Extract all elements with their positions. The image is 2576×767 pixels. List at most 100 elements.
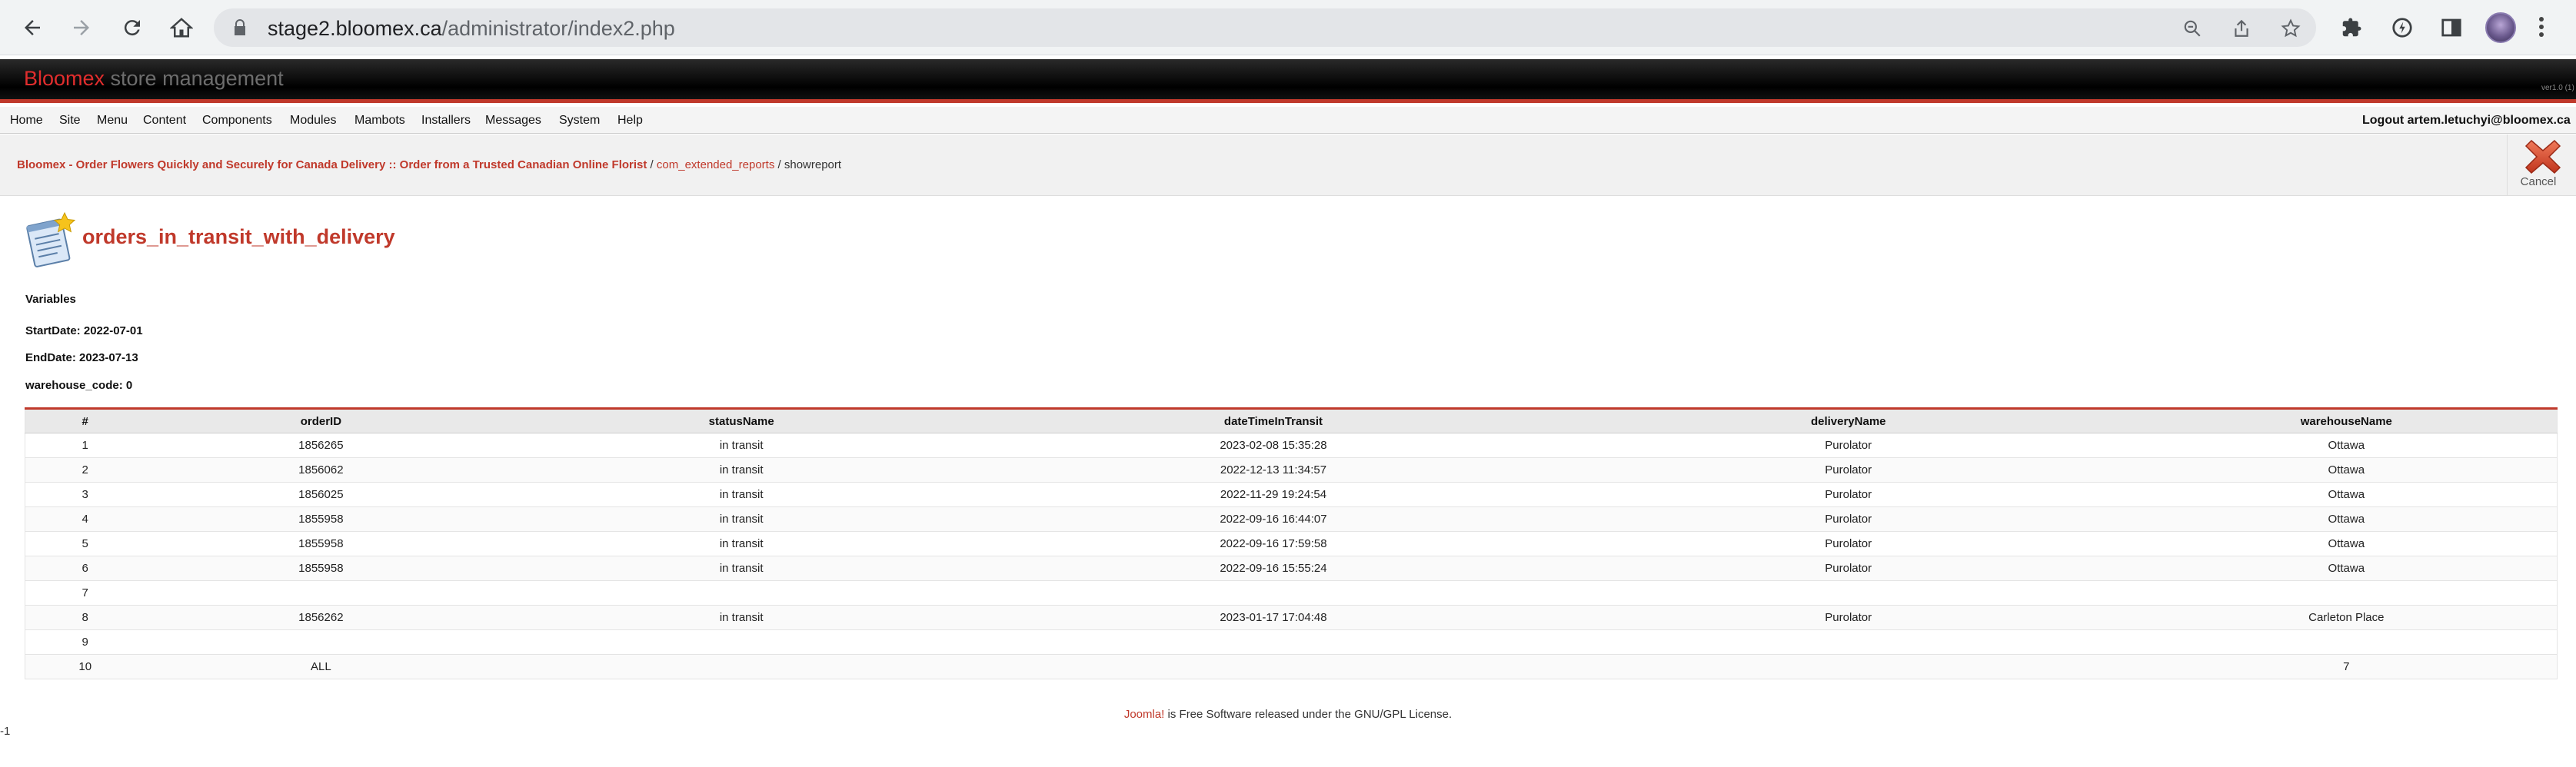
menu-item-installers[interactable]: Installers <box>421 114 471 128</box>
admin-menu-bar: Home Site Menu Content Components Module… <box>0 107 2576 134</box>
cell-warehouse-name: 7 <box>2135 654 2558 679</box>
brand-secondary: store management <box>105 67 284 90</box>
menu-item-modules[interactable]: Modules <box>290 114 336 128</box>
menu-item-messages[interactable]: Messages <box>485 114 541 128</box>
extensions-button[interactable] <box>2338 14 2365 42</box>
cell-date-time: 2022-09-16 16:44:07 <box>986 506 1561 532</box>
variables-heading: Variables <box>25 293 76 306</box>
table-row: 5 1855958 in transit 2022-09-16 17:59:58… <box>25 531 2558 556</box>
cell-order-id: 1856265 <box>145 433 498 458</box>
cell-delivery-name: Purolator <box>1560 531 2136 556</box>
reload-icon <box>124 20 140 36</box>
cell-status-name: in transit <box>497 433 987 458</box>
menu-item-system[interactable]: System <box>559 114 600 128</box>
column-header-index: # <box>25 408 145 433</box>
footer-text: is Free Software released under the GNU/… <box>1164 708 1453 721</box>
cell-index: 6 <box>25 556 145 581</box>
cell-status-name <box>497 580 987 606</box>
cell-warehouse-name: Ottawa <box>2135 531 2558 556</box>
cell-date-time: 2022-11-29 19:24:54 <box>986 482 1561 507</box>
page-title: orders_in_transit_with_delivery <box>82 225 395 248</box>
menu-item-site[interactable]: Site <box>59 114 81 128</box>
back-button[interactable] <box>15 11 49 45</box>
reload-button[interactable] <box>115 11 149 45</box>
cell-status-name: in transit <box>497 605 987 630</box>
address-bar[interactable]: stage2.bloomex.ca/administrator/index2.p… <box>214 8 2316 47</box>
cell-warehouse-name: Ottawa <box>2135 457 2558 483</box>
zoom-icon[interactable] <box>2182 18 2202 38</box>
cell-delivery-name <box>1560 654 2136 679</box>
cell-order-id: ALL <box>145 654 498 679</box>
browser-toolbar: stage2.bloomex.ca/administrator/index2.p… <box>0 0 2576 55</box>
bookmark-star-icon[interactable] <box>2281 18 2301 38</box>
cell-delivery-name: Purolator <box>1560 506 2136 532</box>
cell-status-name <box>497 629 987 655</box>
cell-date-time <box>986 629 1561 655</box>
profile-avatar[interactable] <box>2485 12 2516 43</box>
cell-index: 4 <box>25 506 145 532</box>
menu-item-mambots[interactable]: Mambots <box>354 114 405 128</box>
footer: Joomla! is Free Software released under … <box>0 708 2576 721</box>
breadcrumb: Bloomex - Order Flowers Quickly and Secu… <box>17 158 841 171</box>
url-path: /administrator/index2.php <box>441 17 675 40</box>
share-icon[interactable] <box>2232 18 2252 38</box>
url-host: stage2.bloomex.ca <box>268 17 442 40</box>
cell-index: 3 <box>25 482 145 507</box>
cancel-x-icon <box>2524 139 2561 174</box>
url-text: stage2.bloomex.ca/administrator/index2.p… <box>268 17 675 41</box>
performance-button[interactable] <box>2388 14 2416 42</box>
cell-order-id: 1855958 <box>145 506 498 532</box>
arrow-left-icon <box>25 20 40 35</box>
home-button[interactable] <box>165 11 198 45</box>
cell-order-id <box>145 580 498 606</box>
cell-order-id <box>145 629 498 655</box>
menu-item-components[interactable]: Components <box>202 114 272 128</box>
arrow-right-icon <box>74 20 89 35</box>
cell-warehouse-name <box>2135 629 2558 655</box>
table-header-row: # orderID statusName dateTimeInTransit d… <box>25 408 2558 433</box>
breadcrumb-site-link[interactable]: Bloomex - Order Flowers Quickly and Secu… <box>17 158 647 171</box>
table-row: 8 1856262 in transit 2023-01-17 17:04:48… <box>25 605 2558 630</box>
cell-order-id: 1856262 <box>145 605 498 630</box>
cell-status-name: in transit <box>497 482 987 507</box>
table-row: 9 <box>25 629 2558 655</box>
cell-index: 7 <box>25 580 145 606</box>
menu-item-home[interactable]: Home <box>10 114 43 128</box>
breadcrumb-component-link[interactable]: com_extended_reports <box>657 158 774 171</box>
cell-status-name <box>497 654 987 679</box>
speed-icon <box>2392 18 2412 38</box>
cell-order-id: 1855958 <box>145 531 498 556</box>
table-row: 1 1856265 in transit 2023-02-08 15:35:28… <box>25 433 2558 458</box>
cell-delivery-name: Purolator <box>1560 433 2136 458</box>
cell-status-name: in transit <box>497 531 987 556</box>
variable-warehouse-code: warehouse_code: 0 <box>25 379 133 392</box>
cell-index: 8 <box>25 605 145 630</box>
cell-warehouse-name: Carleton Place <box>2135 605 2558 630</box>
column-header-order-id: orderID <box>145 408 498 433</box>
side-panel-icon <box>2441 18 2461 37</box>
puzzle-icon <box>2342 18 2361 37</box>
table-row-total: 10 ALL 7 <box>25 654 2558 679</box>
cell-warehouse-name: Ottawa <box>2135 556 2558 581</box>
menu-item-help[interactable]: Help <box>617 114 643 128</box>
cell-warehouse-name: Ottawa <box>2135 506 2558 532</box>
column-header-warehouse-name: warehouseName <box>2135 408 2558 433</box>
cell-order-id: 1855958 <box>145 556 498 581</box>
cell-delivery-name: Purolator <box>1560 556 2136 581</box>
cell-delivery-name <box>1560 629 2136 655</box>
cell-index: 9 <box>25 629 145 655</box>
side-panel-button[interactable] <box>2438 14 2465 42</box>
cell-date-time: 2023-01-17 17:04:48 <box>986 605 1561 630</box>
browser-menu-icon[interactable] <box>2538 15 2545 40</box>
joomla-link[interactable]: Joomla! <box>1124 708 1165 721</box>
lock-icon <box>235 19 245 35</box>
site-header: Bloomex store management ver1.0 (1) <box>0 59 2576 103</box>
menu-item-menu[interactable]: Menu <box>97 114 128 128</box>
cell-status-name: in transit <box>497 506 987 532</box>
cancel-button[interactable]: Cancel <box>2507 134 2568 196</box>
menu-item-content[interactable]: Content <box>143 114 186 128</box>
table-row: 7 <box>25 580 2558 606</box>
logout-link[interactable]: Logout artem.letuchyi@bloomex.ca <box>2362 114 2571 128</box>
column-header-delivery-name: deliveryName <box>1560 408 2136 433</box>
forward-button[interactable] <box>65 11 98 45</box>
